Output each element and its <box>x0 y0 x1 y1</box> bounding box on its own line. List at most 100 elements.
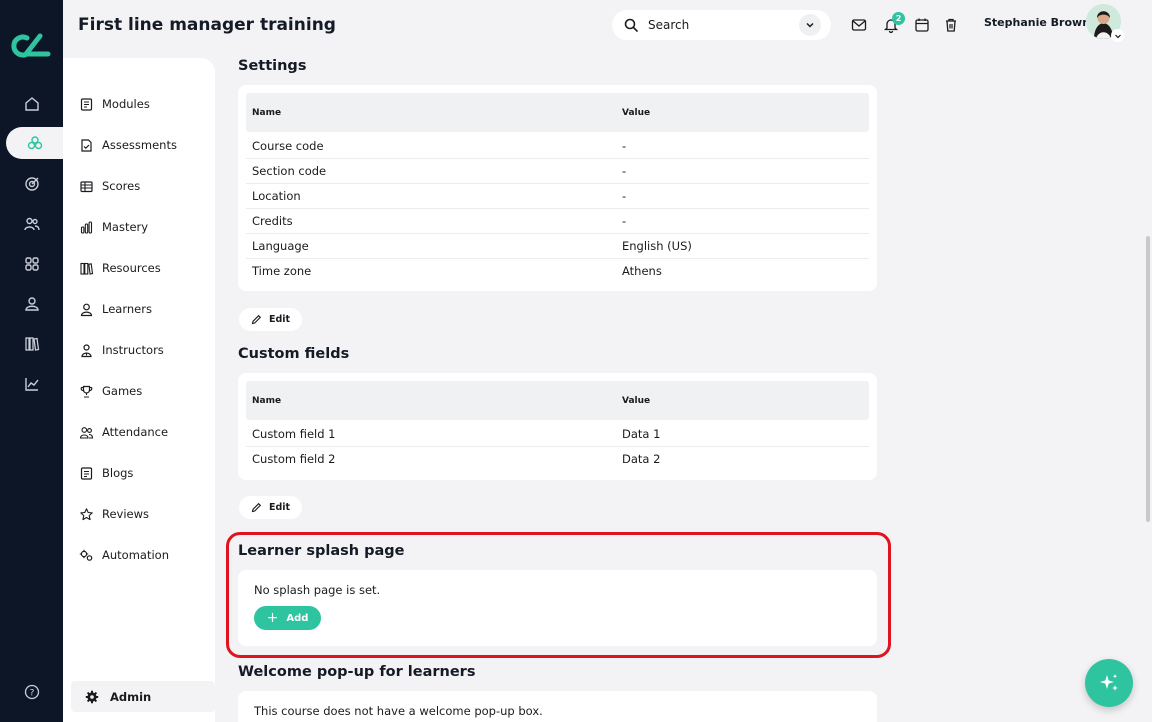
nav-label: Instructors <box>102 343 164 357</box>
row-name: Custom field 2 <box>252 452 336 466</box>
nav-item-blogs[interactable]: Blogs <box>79 463 133 483</box>
edit-label: Edit <box>268 314 291 325</box>
row-value: - <box>622 189 627 203</box>
nav-item-scores[interactable]: Scores <box>79 176 140 196</box>
automation-icon <box>79 549 93 561</box>
nav-item-automation[interactable]: Automation <box>79 545 169 565</box>
table-row: Time zone Athens <box>246 259 869 284</box>
row-value: Data 2 <box>622 452 661 466</box>
custom-fields-card: Name Value Custom field 1 Data 1 Custom … <box>238 373 877 480</box>
row-name: Time zone <box>252 264 312 278</box>
users-icon[interactable] <box>0 208 63 240</box>
gear-icon <box>85 690 99 703</box>
mastery-icon <box>80 220 93 234</box>
nav-label: Reviews <box>102 507 150 521</box>
col-header-name: Name <box>252 396 282 406</box>
settings-card: Name Value Course code - Section code - … <box>238 85 877 291</box>
welcome-card: This course does not have a welcome pop-… <box>238 691 877 722</box>
welcome-heading: Welcome pop-up for learners <box>238 664 476 680</box>
course-section-nav: Modules Assessments Scores Mastery Resou… <box>63 58 215 722</box>
table-row: Custom field 2 Data 2 <box>246 447 869 472</box>
settings-table-header: Name Value <box>246 93 869 132</box>
target-icon[interactable] <box>0 168 63 200</box>
modules-icon <box>80 97 93 111</box>
brand-logo[interactable] <box>10 30 52 62</box>
row-name: Location <box>252 189 301 203</box>
assessments-icon <box>81 138 92 152</box>
welcome-message: This course does not have a welcome pop-… <box>254 704 543 718</box>
nav-item-instructors[interactable]: Instructors <box>79 340 164 360</box>
courses-icon[interactable] <box>6 127 63 159</box>
custom-fields-heading: Custom fields <box>238 346 350 362</box>
help-icon[interactable]: ? <box>0 680 63 704</box>
scrollbar[interactable] <box>1146 236 1150 522</box>
row-name: Course code <box>252 139 324 153</box>
nav-label: Automation <box>102 548 169 562</box>
admin-label: Admin <box>110 689 152 704</box>
table-row: Custom field 1 Data 1 <box>246 422 869 447</box>
row-name: Credits <box>252 214 293 228</box>
mail-icon[interactable] <box>850 16 868 34</box>
nav-item-mastery[interactable]: Mastery <box>79 217 148 237</box>
table-row: Section code - <box>246 159 869 184</box>
instructors-icon <box>81 343 92 357</box>
highlight-outline <box>226 532 891 658</box>
calendar-icon[interactable] <box>913 16 931 34</box>
row-value: Data 1 <box>622 427 661 441</box>
custom-fields-table-header: Name Value <box>246 381 869 420</box>
custom-fields-edit-button[interactable]: Edit <box>239 496 302 519</box>
nav-label: Mastery <box>102 220 149 234</box>
pencil-icon <box>251 502 262 513</box>
notification-badge: 2 <box>892 12 905 25</box>
search-icon <box>624 18 638 32</box>
edit-label: Edit <box>268 502 291 513</box>
nav-item-learners[interactable]: Learners <box>79 299 152 319</box>
row-name: Custom field 1 <box>252 427 336 441</box>
chart-icon[interactable] <box>0 368 63 400</box>
nav-item-games[interactable]: Games <box>79 381 142 401</box>
nav-label: Modules <box>102 97 150 111</box>
table-row: Language English (US) <box>246 234 869 259</box>
reviews-icon <box>80 507 93 520</box>
home-icon[interactable] <box>0 88 63 120</box>
admin-button[interactable]: Admin <box>71 681 215 712</box>
account-menu-chevron-icon[interactable] <box>1111 29 1124 42</box>
attendance-icon <box>79 426 94 439</box>
resources-icon <box>80 262 94 275</box>
page-title: First line manager training <box>78 15 336 35</box>
nav-item-reviews[interactable]: Reviews <box>79 504 149 524</box>
nav-item-resources[interactable]: Resources <box>79 258 161 278</box>
settings-edit-button[interactable]: Edit <box>239 308 302 331</box>
top-bar: First line manager training Search 2 Ste… <box>63 0 1152 58</box>
nav-label: Blogs <box>102 466 134 480</box>
search-input[interactable]: Search <box>612 10 831 40</box>
svg-text:?: ? <box>29 689 34 699</box>
row-name: Section code <box>252 164 327 178</box>
user-name[interactable]: Stephanie Brown <box>984 16 1090 29</box>
blogs-icon <box>80 466 93 480</box>
nav-label: Resources <box>102 261 161 275</box>
row-value: - <box>622 214 627 228</box>
profile-icon[interactable] <box>0 288 63 320</box>
trash-icon[interactable] <box>942 16 960 34</box>
nav-label: Scores <box>102 179 141 193</box>
apps-icon[interactable] <box>0 248 63 280</box>
learners-icon <box>80 303 93 316</box>
col-header-value: Value <box>622 396 651 406</box>
settings-heading: Settings <box>238 58 307 74</box>
library-icon[interactable] <box>0 328 63 360</box>
row-name: Language <box>252 239 309 253</box>
ai-assistant-button[interactable] <box>1085 659 1133 707</box>
nav-item-assessments[interactable]: Assessments <box>79 135 177 155</box>
nav-label: Attendance <box>102 425 169 439</box>
row-value: Athens <box>622 264 662 278</box>
nav-item-attendance[interactable]: Attendance <box>79 422 168 442</box>
table-row: Credits - <box>246 209 869 234</box>
chevron-down-icon[interactable] <box>799 14 821 36</box>
row-value: - <box>622 139 627 153</box>
col-header-name: Name <box>252 108 282 118</box>
sparkle-icon <box>1100 674 1118 691</box>
search-placeholder: Search <box>648 18 690 32</box>
nav-item-modules[interactable]: Modules <box>79 94 150 114</box>
nav-label: Games <box>102 384 143 398</box>
